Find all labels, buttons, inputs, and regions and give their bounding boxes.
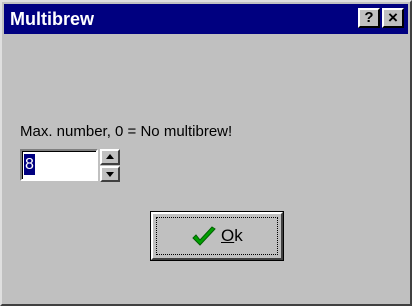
title-bar[interactable]: Multibrew ? × — [4, 4, 408, 34]
help-button[interactable]: ? — [358, 8, 380, 28]
ok-button[interactable]: Ok — [150, 211, 284, 261]
spin-up-button[interactable] — [100, 149, 120, 165]
ok-button-label: Ok — [221, 226, 243, 246]
close-button[interactable]: × — [382, 8, 404, 28]
ok-label-rest: k — [234, 226, 243, 245]
max-number-input[interactable]: 8 — [20, 149, 98, 181]
arrow-down-icon — [106, 172, 114, 177]
multibrew-dialog: Multibrew ? × Max. number, 0 = No multib… — [0, 0, 412, 306]
max-number-label: Max. number, 0 = No multibrew! — [20, 123, 233, 140]
window-title: Multibrew — [10, 9, 94, 29]
max-number-value[interactable]: 8 — [24, 154, 35, 175]
ok-mnemonic: O — [221, 226, 235, 245]
spin-down-button[interactable] — [100, 166, 120, 182]
ok-button-focus-rect — [156, 217, 278, 255]
arrow-up-icon — [106, 154, 114, 159]
checkmark-icon — [192, 226, 216, 246]
